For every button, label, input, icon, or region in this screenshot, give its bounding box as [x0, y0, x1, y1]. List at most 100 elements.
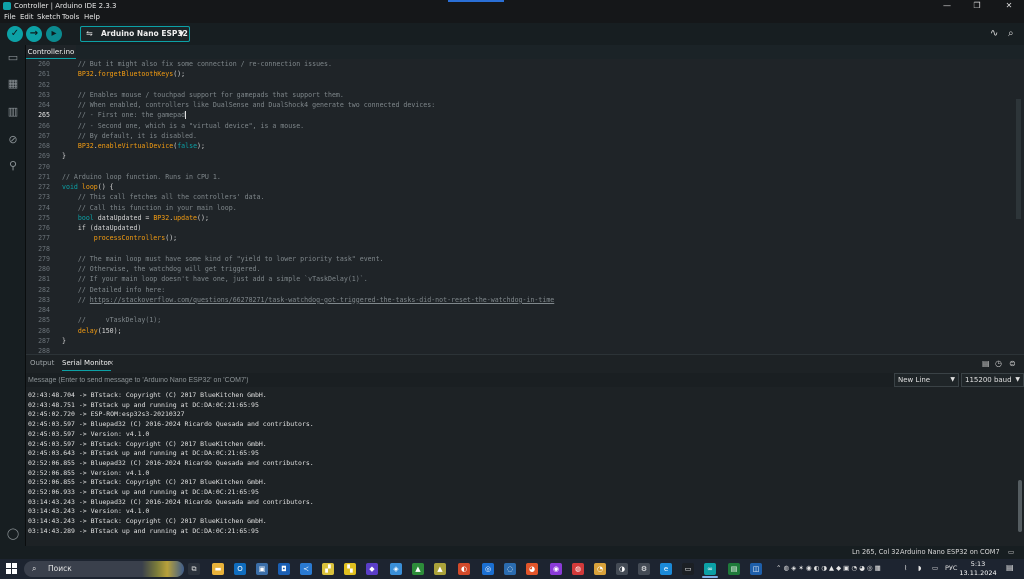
battery-icon[interactable]: ▭	[932, 564, 938, 572]
menu-sketch[interactable]: Sketch	[37, 12, 61, 23]
clock[interactable]: 5:13 13.11.2024	[958, 560, 998, 578]
taskbar-search[interactable]: ⌕ Поиск	[24, 561, 184, 577]
line-number: 275	[38, 213, 50, 222]
terminal-icon[interactable]: ▭	[682, 563, 694, 575]
notification-center-icon[interactable]: ▤	[1006, 563, 1014, 572]
folder-icon[interactable]: ▭	[6, 51, 20, 65]
arduino-taskbar-icon[interactable]: ∞	[702, 563, 718, 578]
editor-scrollbar[interactable]	[1012, 59, 1024, 354]
app-icon[interactable]: ◫	[750, 563, 762, 575]
upload-button[interactable]: →	[26, 26, 42, 42]
scroll-thumb[interactable]	[1016, 99, 1021, 219]
app-icon[interactable]: ◌	[504, 563, 516, 575]
maximize-button[interactable]: ❐	[962, 0, 992, 12]
file-explorer-icon[interactable]: ▬	[212, 563, 224, 575]
code-link[interactable]: https://stackoverflow.com/questions/6627…	[90, 296, 554, 304]
toggle-autoscroll-icon[interactable]: ▤	[982, 355, 990, 372]
app-icon[interactable]: ◈	[390, 563, 402, 575]
line-number: 266	[38, 121, 50, 130]
serial-log-line: 02:52:06.855 -> Bluepad32 (C) 2016-2024 …	[28, 458, 314, 467]
line-number: 287	[38, 336, 50, 345]
line-number: 288	[38, 347, 50, 354]
boards-manager-icon[interactable]: ▦	[6, 77, 20, 91]
serial-log-line: 02:45:03.643 -> BTstack up and running a…	[28, 449, 259, 458]
outlook-icon[interactable]: O	[234, 563, 246, 575]
clear-output-icon[interactable]: ⊜	[1009, 355, 1016, 372]
network-icon[interactable]: ⌇	[904, 564, 907, 572]
debug-icon[interactable]: ⊘	[6, 133, 20, 147]
app-icon[interactable]: ◆	[366, 563, 378, 575]
notifications-icon[interactable]: ▭	[1008, 546, 1014, 559]
app-icon[interactable]: ◎	[482, 563, 494, 575]
serial-plotter-icon[interactable]: ∿	[990, 28, 998, 39]
account-icon[interactable]: ◯	[6, 527, 20, 541]
minimize-button[interactable]: —	[932, 0, 962, 12]
debug-button[interactable]: ▸	[46, 26, 62, 42]
line-ending-select[interactable]: New Line ▼	[894, 373, 959, 387]
board-port-status[interactable]: Arduino Nano ESP32 on COM7	[900, 546, 1000, 559]
menu-tools[interactable]: Tools	[62, 12, 79, 23]
line-number: 268	[38, 142, 50, 150]
code-token: // vTaskDelay(1);	[62, 316, 162, 325]
close-icon[interactable]: ×	[108, 355, 114, 372]
settings-icon[interactable]: ⚙	[638, 563, 650, 575]
start-button[interactable]	[6, 563, 18, 575]
code-line: // If your main loop doesn't have one, j…	[62, 274, 368, 284]
code-token: forgetBluetoothKeys	[97, 70, 174, 79]
tab-output[interactable]: Output	[30, 355, 54, 372]
line-number: 267	[38, 131, 50, 140]
task-view-icon[interactable]: ⧉	[188, 563, 200, 575]
code-line: // https://stackoverflow.com/questions/6…	[62, 295, 554, 305]
library-manager-icon[interactable]: ▥	[6, 105, 20, 119]
debug-icon: ▸	[51, 28, 57, 39]
code-token: BP32	[77, 142, 94, 150]
tab-controller-ino[interactable]: Controller.ino	[26, 45, 76, 59]
app-icon[interactable]: ▲	[434, 563, 446, 575]
edge-icon[interactable]: e	[660, 563, 672, 575]
code-token: enableVirtualDevice	[97, 142, 174, 150]
message-input[interactable]	[28, 374, 890, 386]
arduino-app-icon	[3, 2, 11, 10]
line-number: 276	[38, 224, 50, 232]
app-icon[interactable]: ▲	[412, 563, 424, 575]
panel-scrollbar[interactable]	[1018, 480, 1022, 532]
app-icon[interactable]: ◐	[458, 563, 470, 575]
app-icon[interactable]: ◉	[550, 563, 562, 575]
timestamp-icon[interactable]: ◷	[995, 355, 1002, 372]
board-selector[interactable]: ⇋ Arduino Nano ESP32 ▼	[80, 26, 190, 42]
menu-edit[interactable]: Edit	[20, 12, 34, 23]
app-icon[interactable]: ◔	[594, 563, 606, 575]
code-line: // Arduino loop function. Runs in CPU 1.	[62, 172, 221, 182]
menu-help[interactable]: Help	[84, 12, 100, 23]
code-token: processControllers	[93, 234, 166, 243]
close-button[interactable]: ✕	[994, 0, 1024, 12]
vscode-icon[interactable]: ≺	[300, 563, 312, 575]
app-icon[interactable]: ▣	[256, 563, 268, 575]
menu-file[interactable]: File	[4, 12, 16, 23]
security-icon[interactable]: ◘	[278, 563, 290, 575]
firefox-icon[interactable]: ◕	[526, 563, 538, 575]
search-icon[interactable]: ⚲	[6, 159, 20, 173]
app-icon[interactable]: ◑	[616, 563, 628, 575]
code-token: bool	[77, 213, 94, 222]
usb-icon: ⇋	[86, 29, 93, 38]
baud-rate-select[interactable]: 115200 baud ▼	[961, 373, 1024, 387]
app-icon[interactable]: ▞	[322, 563, 334, 575]
code-token: ();	[197, 213, 209, 222]
serial-log-line: 02:45:03.597 -> Bluepad32 (C) 2016-2024 …	[28, 420, 314, 429]
app-icon[interactable]: ◍	[572, 563, 584, 575]
serial-monitor-icon[interactable]: ⌕	[1008, 28, 1014, 39]
volume-icon[interactable]: ◗	[918, 564, 921, 572]
code-token: // - Second one, which is a "virtual dev…	[62, 121, 305, 130]
serial-log-line: 03:14:43.289 -> BTstack up and running a…	[28, 526, 259, 535]
language-indicator[interactable]: РУС	[945, 564, 957, 572]
app-icon[interactable]: ▤	[728, 563, 740, 575]
code-editor[interactable]: 260 261 262 263 264 265 266 267 268 269 270 271 272 2…	[26, 59, 1012, 354]
app-icon[interactable]: ▚	[344, 563, 356, 575]
tray-hidden-icons[interactable]: ⌃ ◍ ◈ ✶ ◉ ◐ ◑ ▲ ◆ ▣ ◔ ◕ ◎ ▦	[776, 564, 881, 572]
tab-serial-monitor[interactable]: Serial Monitor	[62, 355, 111, 371]
serial-log-line: 03:14:43.243 -> Bluepad32 (C) 2016-2024 …	[28, 497, 314, 506]
verify-button[interactable]: ✓	[7, 26, 23, 42]
code-line: if (dataUpdated)	[62, 223, 142, 233]
